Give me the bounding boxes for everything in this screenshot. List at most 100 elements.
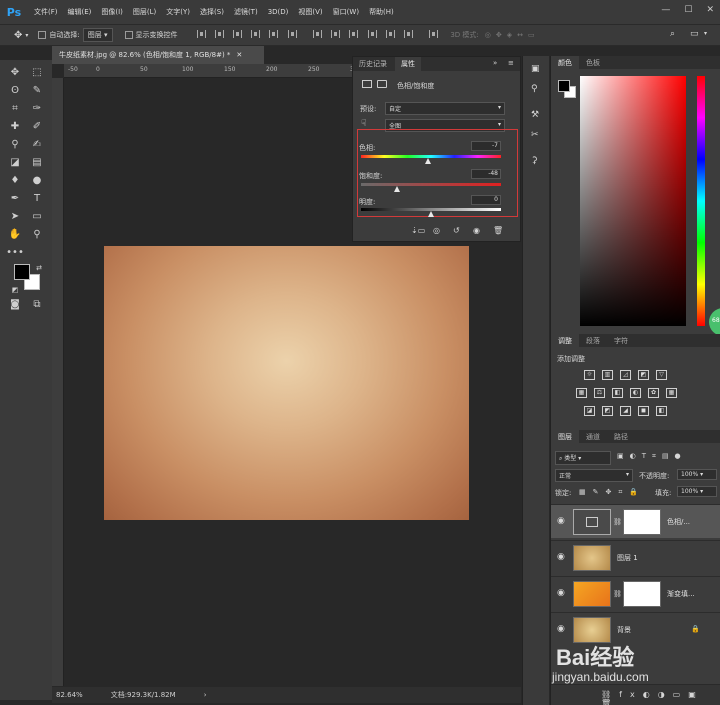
kraft-paper-image[interactable]: [104, 246, 469, 520]
invert-icon[interactable]: ◪: [584, 406, 595, 416]
view-previous-icon[interactable]: ◎: [433, 226, 440, 235]
layer-name[interactable]: 图层 1: [617, 553, 638, 563]
gradient-map-icon[interactable]: ◧: [656, 406, 667, 416]
distribute-center-icon[interactable]: [385, 30, 395, 38]
color-balance-icon[interactable]: ⚖: [594, 388, 605, 398]
distribute-right-icon[interactable]: [404, 30, 414, 38]
posterize-icon[interactable]: ◩: [602, 406, 613, 416]
tab-swatches[interactable]: 色板: [579, 56, 607, 69]
eyedropper-tool-icon[interactable]: ✑: [28, 100, 46, 116]
history-brush-tool-icon[interactable]: ✍: [28, 136, 46, 152]
menu-filter[interactable]: 滤镜(T): [234, 7, 258, 17]
hue-slider-thumb[interactable]: [425, 158, 432, 164]
opacity-input[interactable]: 100% ▾: [677, 469, 717, 480]
path-select-tool-icon[interactable]: ➤: [6, 208, 24, 224]
workspace-icon[interactable]: ▭: [690, 29, 699, 39]
quick-select-tool-icon[interactable]: ✎: [28, 82, 46, 98]
tab-color[interactable]: 颜色: [551, 56, 579, 69]
align-right-icon[interactable]: [287, 30, 297, 38]
distribute-top-icon[interactable]: [312, 30, 322, 38]
tab-paths[interactable]: 路径: [607, 430, 635, 443]
tab-paragraph[interactable]: 段落: [579, 334, 607, 347]
blend-mode-dropdown[interactable]: 正常 ▾: [555, 469, 633, 482]
auto-select-checkbox[interactable]: [38, 31, 47, 39]
reset-icon[interactable]: ↺: [453, 226, 460, 235]
saturation-input[interactable]: -48: [471, 169, 501, 179]
menu-image[interactable]: 图像(I): [101, 7, 123, 17]
layer-mask-thumbnail[interactable]: [623, 581, 661, 607]
close-icon[interactable]: ✕: [236, 51, 242, 59]
history-panel-icon[interactable]: ▣: [531, 64, 540, 74]
color-picker-field[interactable]: [580, 76, 686, 326]
menu-window[interactable]: 窗口(W): [333, 7, 359, 17]
tab-layers[interactable]: 图层: [551, 430, 579, 443]
tab-properties[interactable]: 属性: [395, 57, 421, 71]
rectangle-tool-icon[interactable]: ▭: [28, 208, 46, 224]
chevron-down-icon[interactable]: ▾: [25, 32, 28, 39]
photo-filter-icon[interactable]: ◐: [630, 388, 641, 398]
menu-help[interactable]: 帮助(H): [369, 7, 394, 17]
curves-icon[interactable]: ◿: [620, 370, 631, 380]
search-icon[interactable]: ⌕: [670, 29, 675, 39]
lasso-tool-icon[interactable]: ʘ: [6, 82, 24, 98]
clip-to-layer-icon[interactable]: ⇣▭: [411, 226, 425, 235]
eye-icon[interactable]: ◉: [557, 588, 565, 598]
hand-tool-icon[interactable]: ✋: [6, 226, 24, 242]
vibrance-icon[interactable]: ▽: [656, 370, 667, 380]
layer-row[interactable]: ◉ 图层 1: [551, 540, 720, 574]
preset-dropdown[interactable]: 自定 ▾: [385, 102, 505, 115]
foreground-color-swatch[interactable]: [14, 264, 30, 280]
tools-preset-icon[interactable]: ⚒: [531, 110, 539, 120]
floating-badge[interactable]: 68: [709, 308, 720, 336]
layer-filter-dropdown[interactable]: ⌕ 类型 ▾: [555, 451, 611, 465]
screen-mode-icon[interactable]: ⧉: [28, 296, 46, 312]
layer-name[interactable]: 渐变填...: [667, 589, 695, 599]
delete-icon[interactable]: 🗑: [493, 226, 503, 235]
layer-name[interactable]: 背景: [617, 625, 631, 635]
gradient-tool-icon[interactable]: ▤: [28, 154, 46, 170]
maximize-icon[interactable]: ☐: [684, 5, 692, 15]
selective-color-icon[interactable]: ◼: [638, 406, 649, 416]
swap-colors-icon[interactable]: ⇄: [30, 260, 48, 276]
menu-select[interactable]: 选择(S): [200, 7, 224, 17]
move-tool-icon[interactable]: ✥: [6, 64, 24, 80]
chevron-right-icon[interactable]: ›: [204, 691, 207, 699]
visibility-icon[interactable]: ◉: [473, 226, 480, 235]
brush-panel-icon[interactable]: ⚲: [531, 84, 538, 94]
layer-mask-thumbnail[interactable]: [623, 509, 661, 535]
clone-stamp-tool-icon[interactable]: ⚲: [6, 136, 24, 152]
pen-tool-icon[interactable]: ✒: [6, 190, 24, 206]
quick-mask-icon[interactable]: ◙: [6, 296, 24, 312]
lightness-input[interactable]: 0: [471, 195, 501, 205]
close-icon[interactable]: ✕: [706, 5, 714, 15]
foreground-color-swatch[interactable]: [558, 80, 570, 92]
zoom-level[interactable]: 82.64%: [56, 691, 83, 699]
panel-menu-icon[interactable]: ≡: [508, 59, 514, 67]
auto-align-icon[interactable]: [429, 30, 439, 38]
layer-row[interactable]: ◉ ⛓ 色相/...: [551, 504, 720, 538]
layer-actions-icons[interactable]: ⛓fx◐◑▭▣🗑: [601, 690, 720, 705]
distribute-left-icon[interactable]: [367, 30, 377, 38]
black-white-icon[interactable]: ◧: [612, 388, 623, 398]
hue-spectrum-bar[interactable]: [697, 76, 705, 326]
menu-3d[interactable]: 3D(D): [268, 8, 289, 16]
brush-tool-icon[interactable]: ✐: [28, 118, 46, 134]
menu-layer[interactable]: 图层(L): [133, 7, 156, 17]
levels-icon[interactable]: ▥: [602, 370, 613, 380]
show-transform-checkbox[interactable]: [124, 31, 133, 39]
more-tools-icon[interactable]: •••: [6, 244, 24, 260]
tab-adjustments[interactable]: 调整: [551, 334, 579, 347]
align-center-icon[interactable]: [269, 30, 279, 38]
saturation-slider-thumb[interactable]: [394, 186, 401, 192]
zoom-tool-icon[interactable]: ⚲: [28, 226, 46, 242]
distribute-bottom-icon[interactable]: [349, 30, 359, 38]
lightness-slider-thumb[interactable]: [428, 211, 434, 217]
move-tool-icon[interactable]: ✥: [14, 30, 22, 41]
collapse-icon[interactable]: »: [493, 59, 497, 67]
layer-filter-icons[interactable]: ▣◐T⌗▤●: [617, 452, 687, 461]
minimize-icon[interactable]: —: [661, 5, 670, 15]
tab-channels[interactable]: 通道: [579, 430, 607, 443]
scissors-icon[interactable]: ✂: [531, 130, 539, 140]
saturation-slider[interactable]: [361, 183, 501, 186]
layer-row[interactable]: ◉ ⛓ 渐变填...: [551, 576, 720, 610]
